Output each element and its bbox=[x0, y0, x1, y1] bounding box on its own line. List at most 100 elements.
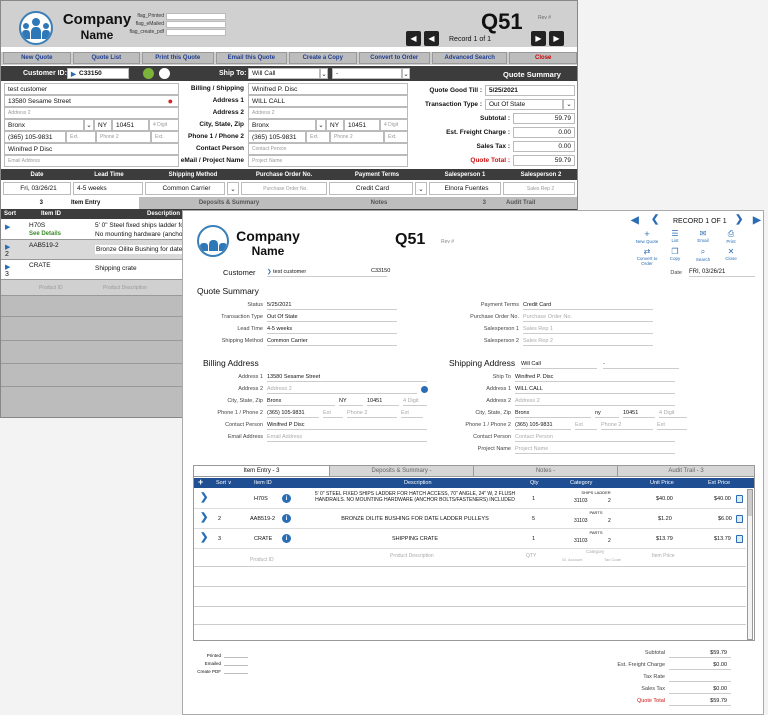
good-till-field[interactable]: 5/25/2021 bbox=[485, 84, 575, 96]
ship-zip-field[interactable]: 10451 bbox=[623, 409, 655, 418]
ship-ext-field[interactable]: Ext bbox=[575, 421, 597, 430]
ship-zip4-field[interactable]: 4 Digit bbox=[659, 409, 687, 418]
next-record-button[interactable]: ▶ bbox=[531, 31, 546, 46]
table-row[interactable]: ❯ 3 CRATE i SHIPPING CRATE 1 PARTS 31103… bbox=[194, 529, 746, 549]
ship-state-field[interactable]: ny bbox=[595, 409, 619, 418]
ship-phone2-field[interactable]: Phone 2 bbox=[601, 421, 653, 430]
info-icon[interactable]: i bbox=[282, 494, 291, 503]
ship-contact-field[interactable]: Contact Person bbox=[515, 433, 675, 442]
ship-to-select[interactable]: Will Call bbox=[248, 68, 320, 79]
customer-zip-field[interactable]: 10451 bbox=[112, 119, 149, 131]
tab-item-entry[interactable]: 3 Item Entry bbox=[1, 197, 139, 209]
shipping-second-select[interactable]: - bbox=[603, 360, 679, 369]
row-expand-icon[interactable]: ❯ bbox=[200, 532, 208, 543]
map-pin-icon[interactable]: ● bbox=[168, 96, 173, 106]
tab-notes[interactable]: Notes bbox=[319, 197, 439, 209]
lead-time-field[interactable]: 4-5 weeks bbox=[267, 325, 397, 334]
tab-deposits[interactable]: Deposits & Summary - bbox=[330, 466, 474, 476]
info-icon[interactable]: i bbox=[282, 534, 291, 543]
customer-address1-field[interactable]: 13580 Sesame Street ● bbox=[4, 95, 179, 107]
next-record-icon[interactable]: ❯ bbox=[735, 214, 743, 225]
close-tool[interactable]: ✕ Close bbox=[719, 247, 743, 266]
billing-contact-field[interactable]: Winifred P Disc bbox=[267, 421, 427, 430]
payment-terms-select[interactable]: Credit Card bbox=[329, 182, 413, 195]
billing-address2-field[interactable]: Address 2 bbox=[267, 385, 417, 394]
flag-printed-field[interactable] bbox=[166, 13, 226, 20]
tab-deposits[interactable]: Deposits & Summary bbox=[139, 197, 319, 209]
list-tool[interactable]: ☰ List bbox=[663, 229, 687, 244]
customer-email-field[interactable]: Email Address bbox=[4, 155, 179, 167]
delete-row-icon[interactable] bbox=[736, 495, 743, 503]
advanced-search-button[interactable]: Advanced Search bbox=[432, 52, 508, 64]
ship-city-field[interactable]: Bronx bbox=[515, 409, 591, 418]
ship-zip-field[interactable]: 10451 bbox=[344, 119, 380, 131]
billing-ext-field[interactable]: Ext bbox=[323, 409, 343, 418]
close-button[interactable]: Close bbox=[509, 52, 577, 64]
billing-city-field[interactable]: Bronx bbox=[267, 397, 335, 406]
ship-address2-field[interactable]: Address 2 bbox=[248, 107, 408, 119]
delete-row-icon[interactable] bbox=[736, 535, 743, 543]
printed-flag-field[interactable] bbox=[224, 652, 248, 658]
transaction-type-field[interactable]: Out Of State bbox=[267, 313, 397, 322]
customer-city-field[interactable]: Bronx bbox=[4, 119, 84, 131]
convert-order-button[interactable]: Convert to Order bbox=[358, 52, 430, 64]
ship-ext-field[interactable]: Ext. bbox=[306, 131, 330, 143]
customer-ext-field[interactable]: Ext. bbox=[66, 131, 96, 143]
ship-city-dropdown-icon[interactable]: ⌄ bbox=[316, 119, 326, 131]
flag-emailed-field[interactable] bbox=[166, 21, 226, 28]
date-field[interactable]: FRI, 03/26/21 bbox=[689, 268, 755, 277]
table-row[interactable]: ❯ H70S i 5' 0" STEEL FIXED SHIPS LADDER … bbox=[194, 489, 746, 509]
info-icon[interactable]: i bbox=[282, 514, 291, 523]
transaction-type-select[interactable]: Out Of State bbox=[485, 98, 563, 110]
tax-rate-value[interactable] bbox=[669, 673, 731, 682]
customer-phone2-field[interactable]: Phone 2 bbox=[96, 131, 151, 143]
print-quote-button[interactable]: Print this Quote bbox=[142, 52, 214, 64]
ship-to-second-select[interactable]: - bbox=[332, 68, 402, 79]
customer-phone-field[interactable]: (365) 105-9831 bbox=[4, 131, 66, 143]
freight-field[interactable]: 0.00 bbox=[513, 126, 575, 138]
customer-state-field[interactable]: NY bbox=[94, 119, 112, 131]
table-row[interactable]: ❯ 2 AAB519-2 i BRONZE OILITE BUSHING FOR… bbox=[194, 509, 746, 529]
prev-record-icon[interactable]: ❮ bbox=[651, 214, 659, 225]
ship-to-second-dropdown-icon[interactable]: ⌄ bbox=[402, 68, 410, 79]
email-quote-button[interactable]: Email this Quote bbox=[215, 52, 287, 64]
billing-phone2-field[interactable]: Phone 2 bbox=[347, 409, 397, 418]
scrollbar-thumb[interactable] bbox=[748, 490, 752, 516]
status-field[interactable]: 5/25/2021 bbox=[267, 301, 397, 310]
ship-city-field[interactable]: Bronx bbox=[248, 119, 316, 131]
freight-value[interactable]: $0.00 bbox=[669, 661, 731, 670]
last-record-button[interactable]: ▶ bbox=[549, 31, 564, 46]
convert-order-tool[interactable]: ⇄ Convert to Order bbox=[635, 247, 659, 266]
row-expand-icon[interactable]: ❯ bbox=[200, 512, 208, 523]
lead-time-field[interactable]: 4-5 weeks bbox=[73, 182, 143, 195]
shipping-method-field[interactable]: Common Carrier bbox=[267, 337, 397, 346]
ship-to-field[interactable]: Winifred P. Disc bbox=[515, 373, 675, 382]
payment-terms-dropdown-icon[interactable]: ⌄ bbox=[415, 182, 427, 195]
customer-zip4-field[interactable]: 4 Digit bbox=[149, 119, 179, 131]
ship-address2-field[interactable]: Address 2 bbox=[515, 397, 675, 406]
new-quote-button[interactable]: New Quote bbox=[3, 52, 71, 64]
search-tool[interactable]: ⌕ Search bbox=[691, 247, 715, 266]
po-field[interactable]: Purchase Order No. bbox=[241, 182, 327, 195]
billing-ext2-field[interactable]: Ext bbox=[401, 409, 423, 418]
ship-phone-field[interactable]: (365) 105-9831 bbox=[248, 131, 306, 143]
ship-ext2-field[interactable]: Ext bbox=[657, 421, 687, 430]
tab-notes[interactable]: Notes - bbox=[474, 466, 618, 476]
ship-phone-field[interactable]: (365) 105-9831 bbox=[515, 421, 571, 430]
tab-audit-trail[interactable]: 3 Audit Trail bbox=[439, 197, 577, 209]
billing-email-field[interactable]: Email Address bbox=[267, 433, 427, 442]
ship-address1-field[interactable]: WILL CALL bbox=[248, 95, 408, 107]
prev-record-button[interactable]: ◀ bbox=[424, 31, 439, 46]
quote-list-button[interactable]: Quote List bbox=[72, 52, 141, 64]
customer-address2-field[interactable]: Address 2 bbox=[4, 107, 179, 119]
grid-scrollbar[interactable] bbox=[747, 489, 753, 640]
pdf-flag-field[interactable] bbox=[224, 668, 248, 674]
customer-ext2-field[interactable]: Ext. bbox=[151, 131, 179, 143]
refresh-icon[interactable] bbox=[143, 68, 154, 79]
email-tool[interactable]: ✉ Email bbox=[691, 229, 715, 244]
customer-id-field[interactable]: ▶ C33150 bbox=[67, 68, 129, 79]
transaction-type-dropdown-icon[interactable]: ⌄ bbox=[563, 98, 575, 110]
print-tool[interactable]: ⎙ Print bbox=[719, 229, 743, 244]
billing-phone-field[interactable]: (365) 105-9831 bbox=[267, 409, 319, 418]
billing-zip-field[interactable]: 10451 bbox=[367, 397, 399, 406]
